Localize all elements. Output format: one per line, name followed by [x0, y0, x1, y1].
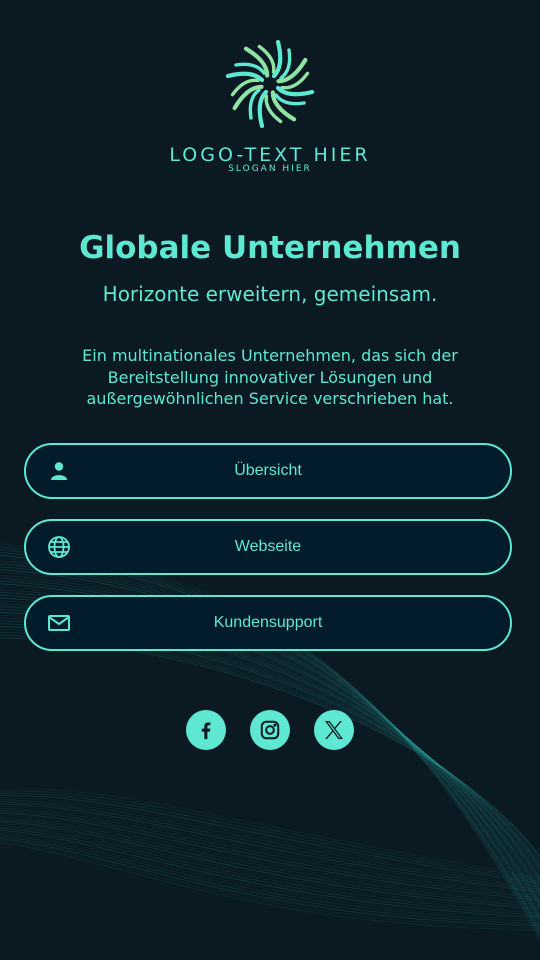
page-description: Ein multinationales Unternehmen, das sic… — [82, 346, 458, 408]
logo-text: LOGO-TEXT HIER — [169, 144, 371, 166]
x-button[interactable] — [314, 710, 354, 750]
customer-support-button-label: Kundensupport — [213, 614, 323, 631]
overview-button-label: Übersicht — [234, 462, 302, 479]
globe-icon — [46, 534, 72, 560]
logo-mark-icon — [225, 39, 315, 129]
overview-button[interactable]: Übersicht — [24, 443, 512, 499]
user-icon — [46, 458, 72, 484]
instagram-button[interactable] — [250, 710, 290, 750]
facebook-button[interactable] — [186, 710, 226, 750]
logo-slogan: SLOGAN HIER — [228, 164, 312, 174]
logo: LOGO-TEXT HIER SLOGAN HIER — [0, 34, 540, 174]
x-icon — [325, 721, 343, 739]
mail-icon — [46, 610, 72, 636]
website-button[interactable]: Webseite — [24, 519, 512, 575]
social-links — [0, 710, 540, 750]
website-button-label: Webseite — [234, 538, 302, 555]
page-title: Globale Unternehmen — [79, 230, 461, 266]
page-subtitle: Horizonte erweitern, gemeinsam. — [102, 282, 438, 306]
customer-support-button[interactable]: Kundensupport — [24, 595, 512, 651]
facebook-icon — [201, 722, 211, 740]
instagram-icon — [260, 720, 280, 740]
